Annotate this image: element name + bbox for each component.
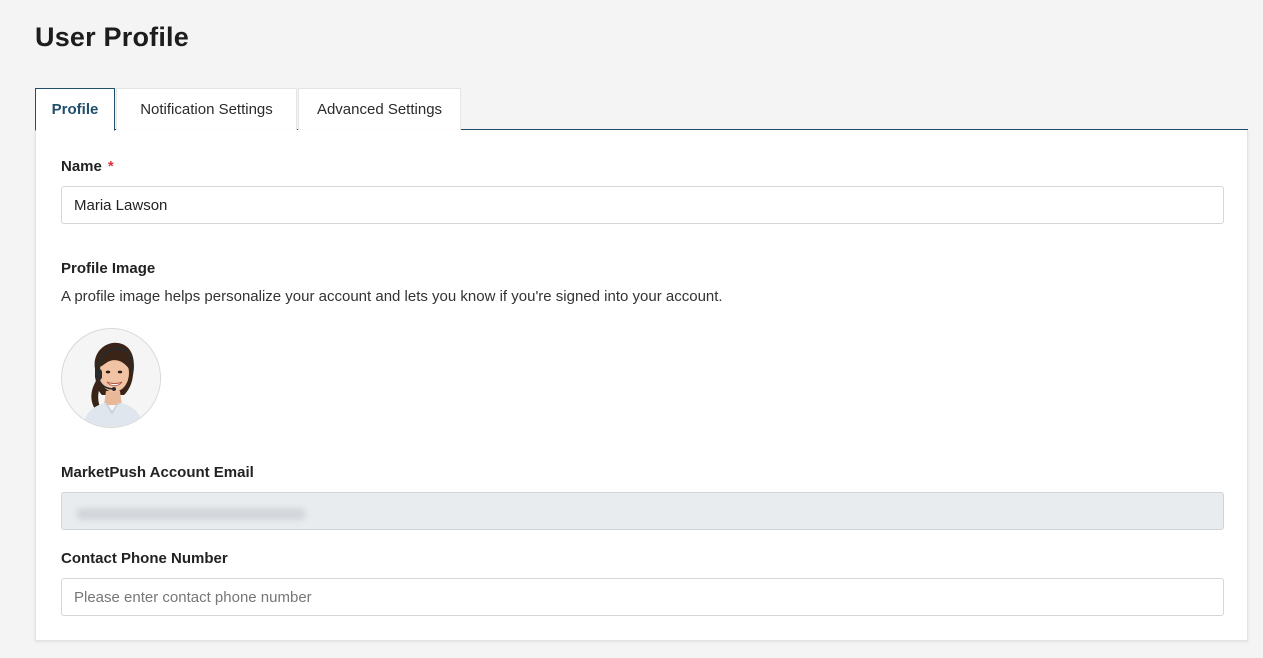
tab-notification-settings-label: Notification Settings: [140, 101, 273, 118]
tab-profile-label: Profile: [51, 101, 99, 118]
tab-notification-settings[interactable]: Notification Settings: [116, 88, 297, 130]
profile-image-avatar[interactable]: [61, 328, 161, 428]
profile-image-label: Profile Image: [61, 260, 156, 277]
phone-label: Contact Phone Number: [61, 550, 228, 567]
name-label: Name *: [61, 158, 114, 175]
name-input[interactable]: [61, 186, 1224, 224]
email-redacted-text: [76, 508, 306, 520]
tab-advanced-settings-label: Advanced Settings: [316, 101, 443, 118]
tab-bar: Profile Notification Settings Advanced S…: [35, 88, 1248, 131]
profile-image-help-text: A profile image helps personalize your a…: [61, 288, 723, 305]
tab-advanced-settings[interactable]: Advanced Settings: [298, 88, 461, 130]
phone-input[interactable]: [61, 578, 1224, 616]
name-label-text: Name: [61, 158, 102, 175]
profile-panel: Name * Profile Image A profile image help…: [35, 130, 1248, 641]
required-marker: *: [107, 158, 114, 175]
tab-profile[interactable]: Profile: [35, 88, 115, 131]
email-label: MarketPush Account Email: [61, 464, 254, 481]
page-title: User Profile: [35, 22, 189, 52]
user-avatar-icon: [62, 329, 160, 427]
